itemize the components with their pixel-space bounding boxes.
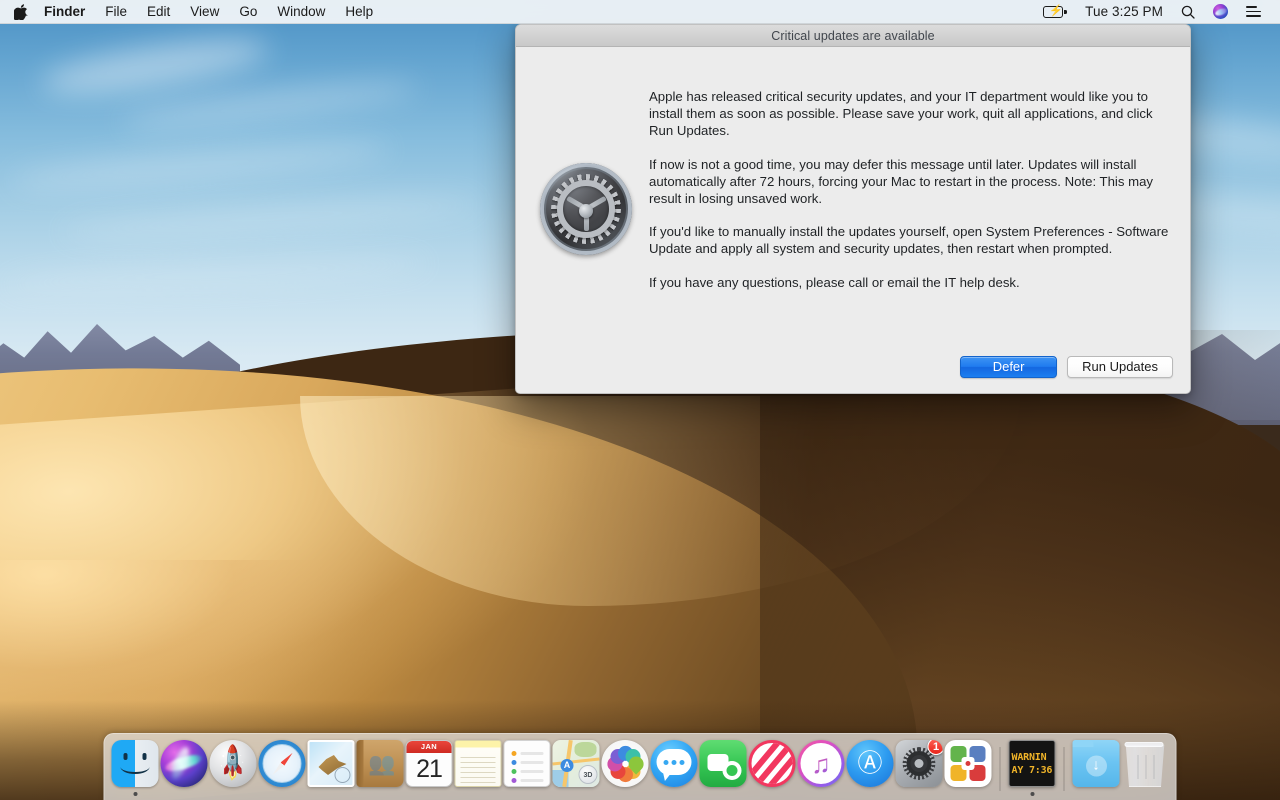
dock-item-self-service[interactable] [944, 739, 993, 800]
critical-updates-dialog: Critical updates are available Apple has… [515, 24, 1191, 394]
app-store-icon: Ⓐ [846, 740, 894, 787]
siri-icon [160, 740, 208, 787]
dock-item-finder[interactable] [111, 739, 160, 800]
calendar-icon: JAN 21 [405, 740, 453, 787]
notification-center-icon[interactable] [1237, 5, 1270, 18]
self-service-icon [944, 740, 992, 787]
dialog-button-row: Defer Run Updates [960, 356, 1173, 378]
dock-item-maps[interactable]: A 3D [552, 739, 601, 800]
defer-button[interactable]: Defer [960, 356, 1058, 378]
warning-countdown-widget-icon: WARNIN AY 7:36 [1008, 740, 1056, 787]
dock: 🚀 👥 JAN 21 A 3D ♫ Ⓐ 1 WARNIN AY 7:36 ↓ [103, 733, 1177, 800]
contacts-book-icon: 👥 [356, 740, 404, 787]
dock-item-itunes[interactable]: ♫ [797, 739, 846, 800]
safari-compass-icon [258, 740, 306, 787]
dialog-title-bar[interactable]: Critical updates are available [516, 25, 1190, 47]
photos-pinwheel-icon [601, 740, 649, 787]
menu-bar: Finder File Edit View Go Window Help ⚡ T… [0, 0, 1280, 24]
notes-icon [454, 740, 502, 787]
launchpad-rocket-icon: 🚀 [209, 740, 257, 787]
menu-bar-clock[interactable]: Tue 3:25 PM [1076, 0, 1172, 24]
itunes-note-icon: ♫ [797, 740, 845, 787]
dock-item-launchpad[interactable]: 🚀 [209, 739, 258, 800]
dialog-message: Apple has released critical security upd… [649, 89, 1174, 292]
dialog-paragraph-3: If you'd like to manually install the up… [649, 224, 1169, 257]
system-preferences-icon: 1 [895, 740, 943, 787]
running-indicator [1030, 792, 1034, 796]
reminders-icon [503, 740, 551, 787]
dock-item-trash[interactable] [1121, 739, 1170, 800]
maps-icon: A 3D [552, 740, 600, 787]
dock-item-downloads[interactable] [1072, 739, 1121, 800]
dialog-title: Critical updates are available [771, 28, 935, 43]
dock-item-safari[interactable] [258, 739, 307, 800]
running-indicator [133, 792, 137, 796]
messages-bubble-icon [650, 740, 698, 787]
dock-item-reminders[interactable] [503, 739, 552, 800]
menu-item-edit[interactable]: Edit [137, 0, 180, 24]
trash-lid [1124, 742, 1164, 747]
dock-item-warning-countdown[interactable]: WARNIN AY 7:36 [1008, 739, 1057, 800]
dock-item-mail[interactable] [307, 739, 356, 800]
siri-icon[interactable] [1204, 4, 1237, 19]
dialog-paragraph-2: If now is not a good time, you may defer… [649, 156, 1154, 206]
maps-pin-label: A [560, 759, 574, 772]
trash-icon [1125, 744, 1165, 787]
dock-item-notes[interactable] [454, 739, 503, 800]
dock-item-news[interactable] [748, 739, 797, 800]
menu-item-go[interactable]: Go [229, 0, 267, 24]
finder-icon [111, 740, 159, 787]
dock-item-app-store[interactable]: Ⓐ [846, 739, 895, 800]
mail-stamp-icon [307, 740, 355, 787]
menu-bar-status-area: ⚡ Tue 3:25 PM [1034, 0, 1280, 24]
downloads-folder-icon [1072, 740, 1120, 787]
menu-bar-left: Finder File Edit View Go Window Help [0, 0, 383, 24]
dock-item-siri[interactable] [160, 739, 209, 800]
warning-widget-line-2: AY 7:36 [1011, 765, 1053, 776]
system-preferences-badge: 1 [927, 740, 943, 755]
dialog-body: Apple has released critical security upd… [516, 47, 1190, 393]
dock-item-system-preferences[interactable]: 1 [895, 739, 944, 800]
spotlight-search-icon[interactable] [1172, 5, 1204, 19]
dock-separator [1063, 747, 1065, 791]
menu-app-name[interactable]: Finder [40, 0, 95, 24]
run-updates-button[interactable]: Run Updates [1067, 356, 1173, 378]
warning-widget-line-1: WARNIN [1011, 752, 1047, 763]
dock-item-messages[interactable] [650, 739, 699, 800]
dock-item-contacts[interactable]: 👥 [356, 739, 405, 800]
menu-item-view[interactable]: View [180, 0, 229, 24]
menu-item-help[interactable]: Help [335, 0, 383, 24]
maps-compass-label: 3D [578, 765, 598, 784]
dialog-paragraph-1: Apple has released critical security upd… [649, 89, 1153, 138]
dock-item-calendar[interactable]: JAN 21 [405, 739, 454, 800]
news-icon [748, 740, 796, 787]
menu-item-window[interactable]: Window [267, 0, 335, 24]
battery-charging-icon[interactable]: ⚡ [1034, 5, 1076, 18]
dock-separator [999, 747, 1001, 791]
menu-item-file[interactable]: File [95, 0, 137, 24]
dock-item-facetime[interactable] [699, 739, 748, 800]
calendar-day: 21 [416, 754, 443, 783]
system-preferences-gear-icon [540, 163, 632, 255]
facetime-camera-icon [699, 740, 747, 787]
dialog-paragraph-4: If you have any questions, please call o… [649, 275, 1020, 291]
apple-logo-icon[interactable] [0, 3, 40, 20]
dock-item-photos[interactable] [601, 739, 650, 800]
